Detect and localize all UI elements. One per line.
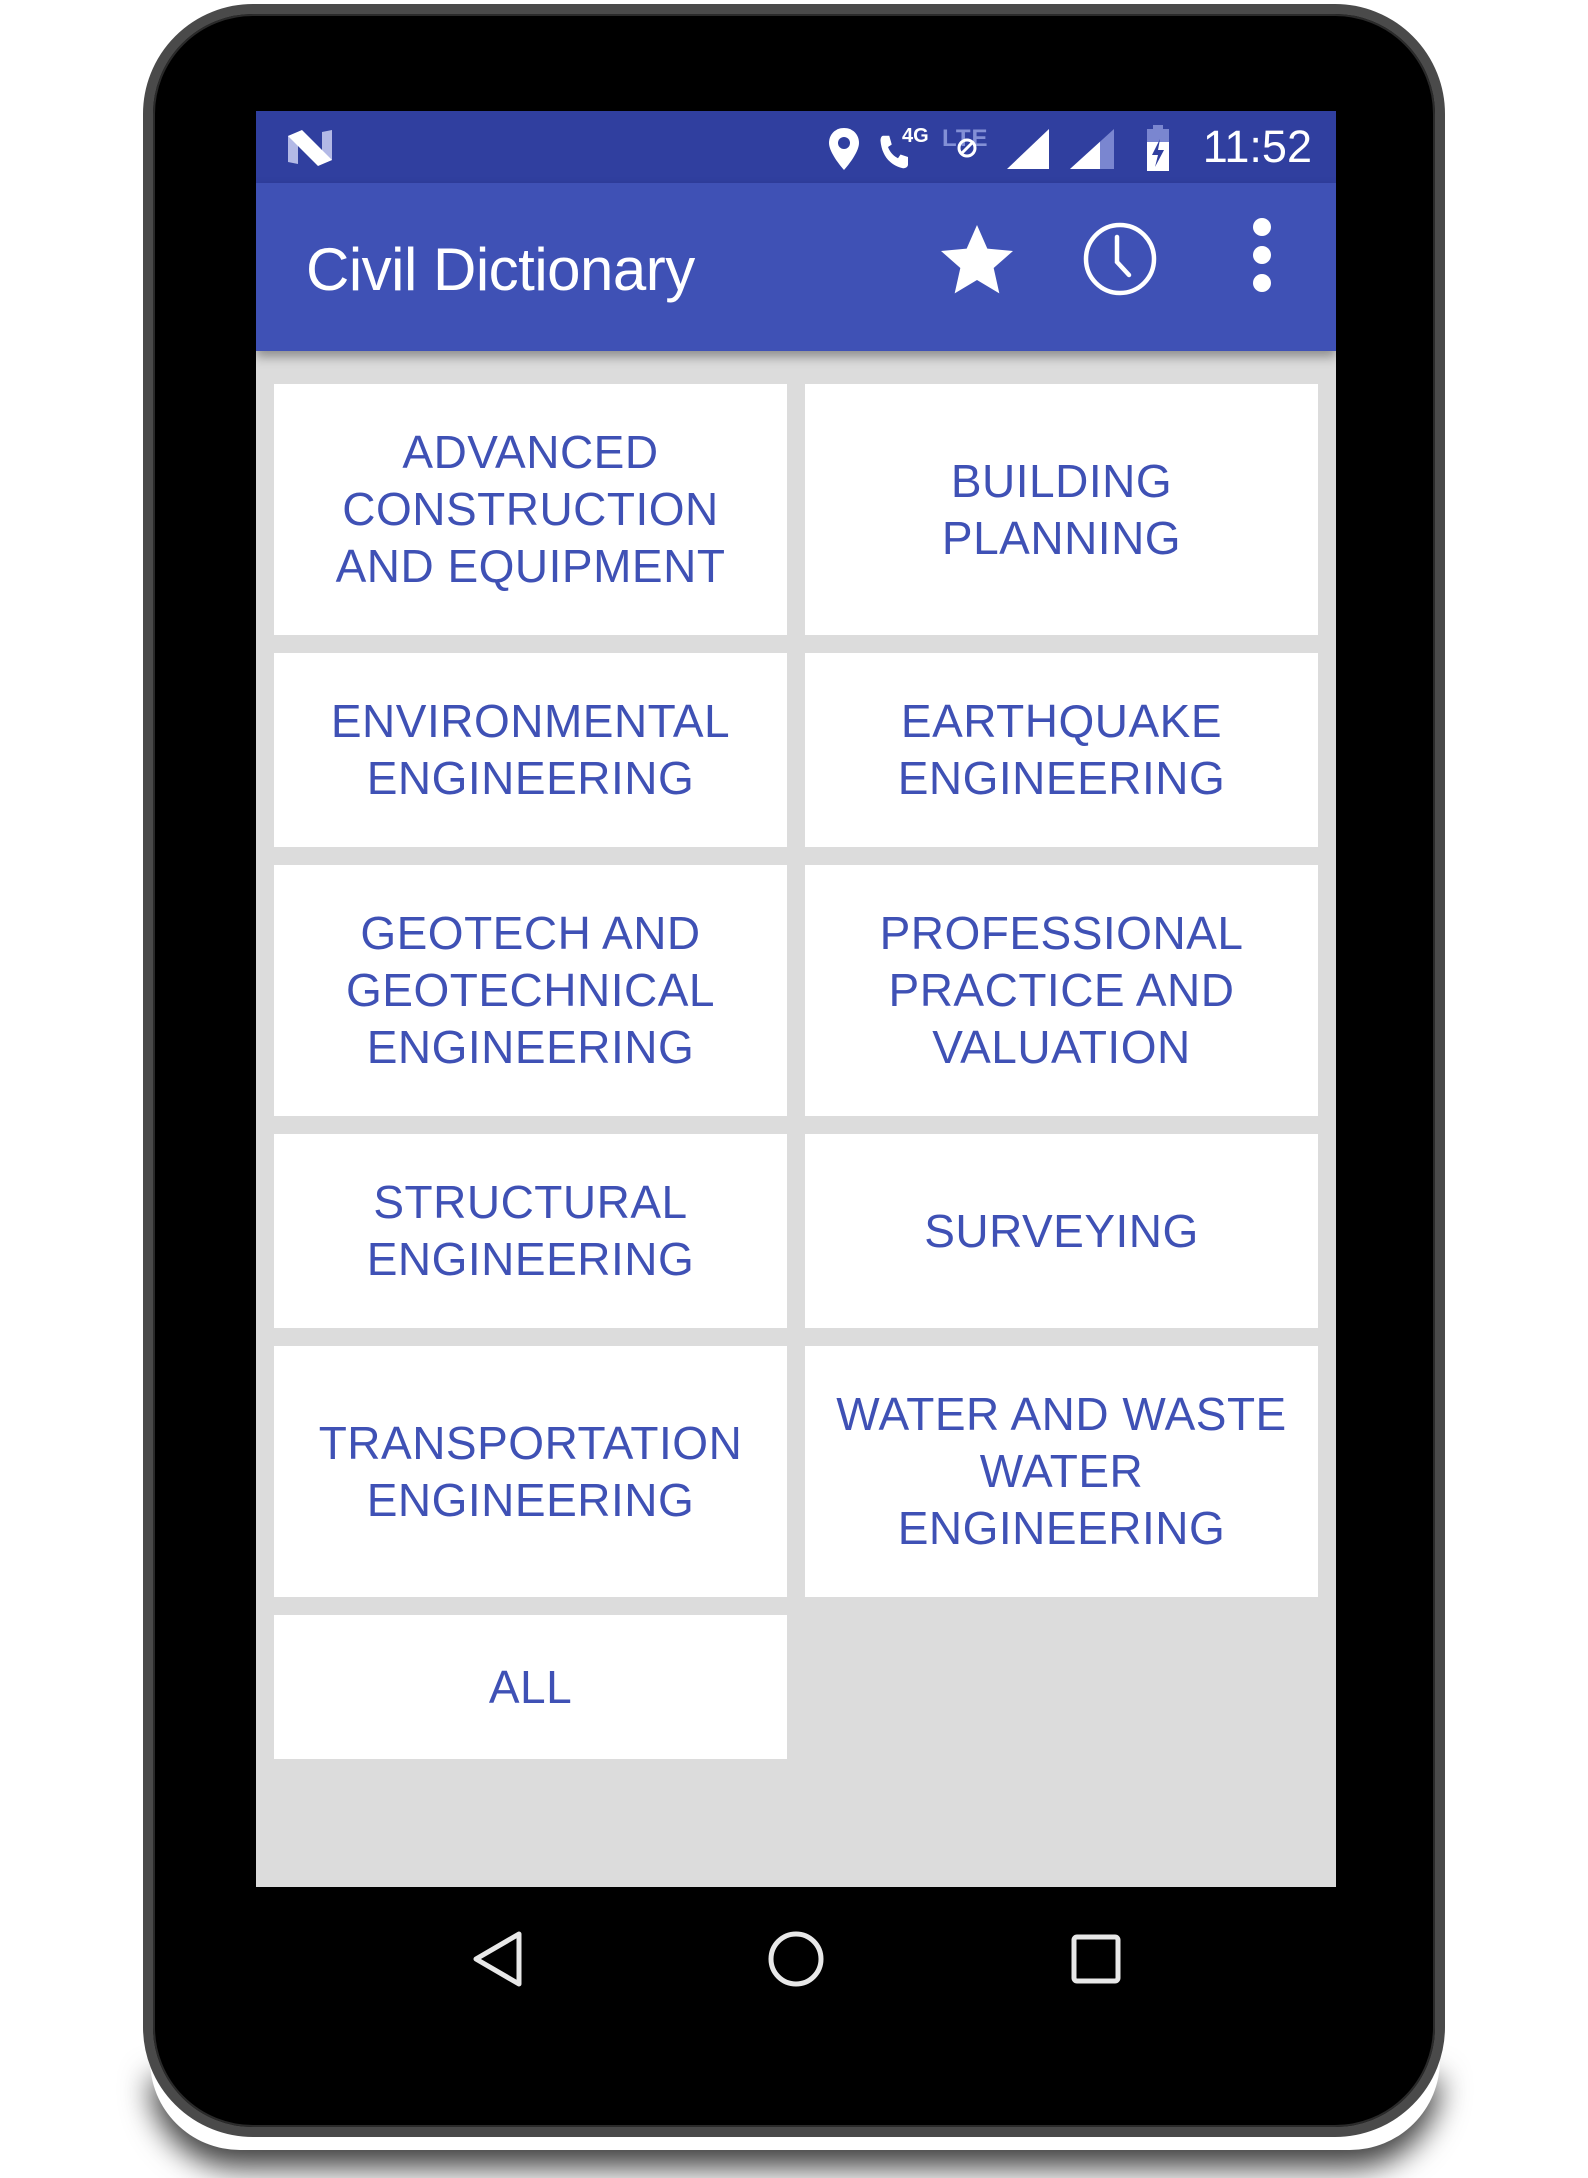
more-options-button[interactable] (1242, 205, 1282, 315)
recents-icon (1071, 1934, 1121, 1984)
category-tile[interactable]: TRANSPORTATION ENGINEERING (274, 1346, 787, 1597)
category-label: TRANSPORTATION ENGINEERING (318, 1416, 743, 1526)
category-tile[interactable]: ADVANCED CONSTRUCTION AND EQUIPMENT (274, 384, 787, 635)
favorites-button[interactable] (937, 220, 1017, 300)
home-button[interactable] (766, 1929, 826, 1989)
category-label: STRUCTURAL ENGINEERING (366, 1176, 695, 1285)
category-tile[interactable]: GEOTECH AND GEOTECHNICAL ENGINEERING (274, 865, 787, 1116)
category-tile[interactable]: PROFESSIONAL PRACTICE AND VALUATION (805, 865, 1318, 1116)
category-tile[interactable]: STRUCTURAL ENGINEERING (274, 1134, 787, 1328)
home-icon (768, 1931, 824, 1987)
signal-full-icon (1007, 129, 1049, 169)
category-label: EARTHQUAKE ENGINEERING (897, 695, 1226, 804)
category-label: ENVIRONMENTAL ENGINEERING (330, 695, 731, 804)
screen: 4G LTE 11:52 Civil Dictionary ADVANCED C… (256, 111, 1336, 1887)
history-button-target[interactable] (1082, 221, 1158, 297)
category-label: GEOTECH AND GEOTECHNICAL ENGINEERING (346, 907, 715, 1073)
app-title: Civil Dictionary (306, 236, 695, 303)
recents-button[interactable] (1070, 1933, 1124, 1987)
android-n-logo-icon (288, 130, 332, 166)
star-icon (941, 225, 1013, 294)
category-tile[interactable]: EARTHQUAKE ENGINEERING (805, 653, 1318, 847)
lte-disabled-icon: LTE (942, 125, 996, 165)
app-bar: Civil Dictionary (256, 183, 1336, 351)
category-label: WATER AND WASTE WATER ENGINEERING (836, 1388, 1287, 1554)
back-button[interactable] (470, 1930, 524, 1988)
category-label: ADVANCED CONSTRUCTION AND EQUIPMENT (335, 426, 726, 592)
category-tile[interactable]: WATER AND WASTE WATER ENGINEERING (805, 1346, 1318, 1597)
category-label: ALL (488, 1660, 573, 1713)
battery-charging-icon (1147, 125, 1169, 171)
category-label: SURVEYING (924, 1204, 1199, 1257)
category-tile[interactable]: ENVIRONMENTAL ENGINEERING (274, 653, 787, 847)
category-tile[interactable]: BUILDING PLANNING (805, 384, 1318, 635)
category-label: PROFESSIONAL PRACTICE AND VALUATION (879, 907, 1244, 1073)
back-icon (473, 1931, 522, 1987)
status-time: 11:52 (1202, 121, 1312, 172)
category-tile[interactable]: SURVEYING (805, 1134, 1318, 1328)
clock-icon (1083, 222, 1157, 296)
location-pin-icon (829, 128, 859, 170)
category-tile[interactable]: ALL (274, 1615, 787, 1759)
status-bar: 4G LTE 11:52 (256, 111, 1336, 183)
overflow-menu-icon (1253, 218, 1271, 292)
wifi-calling-4g-icon: 4G (878, 125, 930, 171)
signal-partial-icon (1070, 129, 1114, 169)
category-label: BUILDING PLANNING (941, 454, 1182, 564)
